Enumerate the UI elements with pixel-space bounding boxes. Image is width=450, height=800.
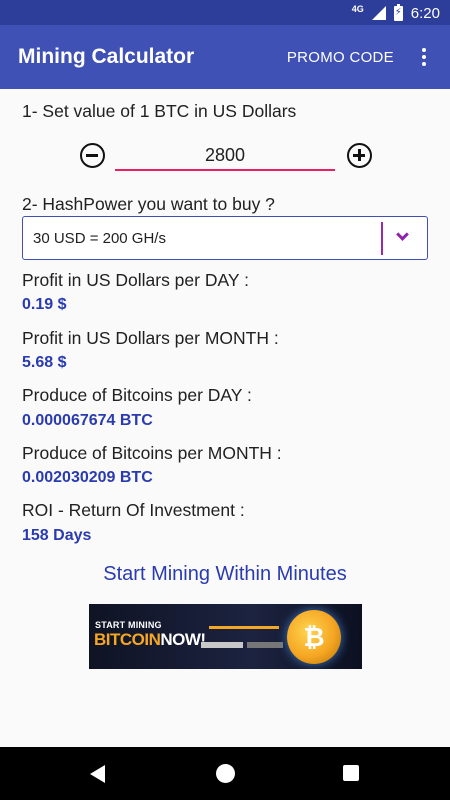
banner-brand-a: BITCOIN (94, 630, 161, 649)
battery-icon: ⚡ (393, 3, 403, 21)
app-bar: Mining Calculator PROMO CODE (0, 25, 450, 89)
banner-headline: START MINING (95, 620, 162, 630)
banner-brand-b: NOW! (160, 630, 206, 649)
btc-day-label: Produce of Bitcoins per DAY : (22, 385, 252, 405)
start-mining-link[interactable]: Start Mining Within Minutes (0, 563, 450, 586)
roi-value: 158 Days (22, 527, 92, 544)
home-icon[interactable] (216, 764, 235, 783)
minus-icon (86, 153, 98, 157)
status-time: 6:20 (410, 4, 440, 22)
status-bar: 4G ⚡ 6:20 (0, 0, 450, 25)
overflow-menu-icon[interactable] (412, 45, 436, 69)
profit-month-value: 5.68 $ (22, 354, 67, 371)
bitcoin-symbol: ₿ (303, 622, 325, 652)
back-icon[interactable] (90, 765, 105, 783)
profit-day-value: 0.19 $ (22, 296, 67, 313)
btc-day-value: 0.000067674 BTC (22, 412, 153, 429)
promo-code-button[interactable]: PROMO CODE (287, 49, 394, 66)
app-title: Mining Calculator (18, 45, 195, 68)
hashpower-dropdown[interactable]: 30 USD = 200 GH/s (22, 216, 428, 260)
hashpower-label: 2- HashPower you want to buy ? (22, 194, 275, 214)
mining-ad-banner[interactable]: START MINING BITCOINNOW! ₿ (89, 604, 362, 669)
profit-day-label: Profit in US Dollars per DAY : (22, 270, 249, 290)
status-icons: 4G ⚡ 6:20 (352, 3, 440, 23)
btc-month-value: 0.002030209 BTC (22, 469, 153, 486)
decrement-button[interactable] (80, 143, 105, 168)
chevron-down-icon (396, 228, 409, 241)
btc-value-stepper (80, 139, 372, 175)
banner-brand: BITCOINNOW! (94, 630, 206, 650)
hashpower-selected-value: 30 USD = 200 GH/s (33, 230, 166, 247)
profit-month-label: Profit in US Dollars per MONTH : (22, 328, 279, 348)
increment-button[interactable] (347, 143, 372, 168)
recents-icon[interactable] (343, 765, 359, 781)
roi-label: ROI - Return Of Investment : (22, 500, 245, 520)
banner-sponsor-logo (247, 642, 283, 648)
btc-month-label: Produce of Bitcoins per MONTH : (22, 443, 282, 463)
banner-fine-print (209, 626, 279, 629)
banner-payment-logos (201, 642, 243, 648)
dropdown-divider (381, 222, 383, 255)
network-type-label: 4G (351, 4, 364, 14)
btc-value-label: 1- Set value of 1 BTC in US Dollars (22, 101, 297, 121)
system-nav-bar (0, 747, 450, 800)
bitcoin-coin-icon: ₿ (287, 610, 341, 664)
btc-value-input[interactable] (115, 141, 335, 171)
signal-icon (371, 6, 386, 20)
